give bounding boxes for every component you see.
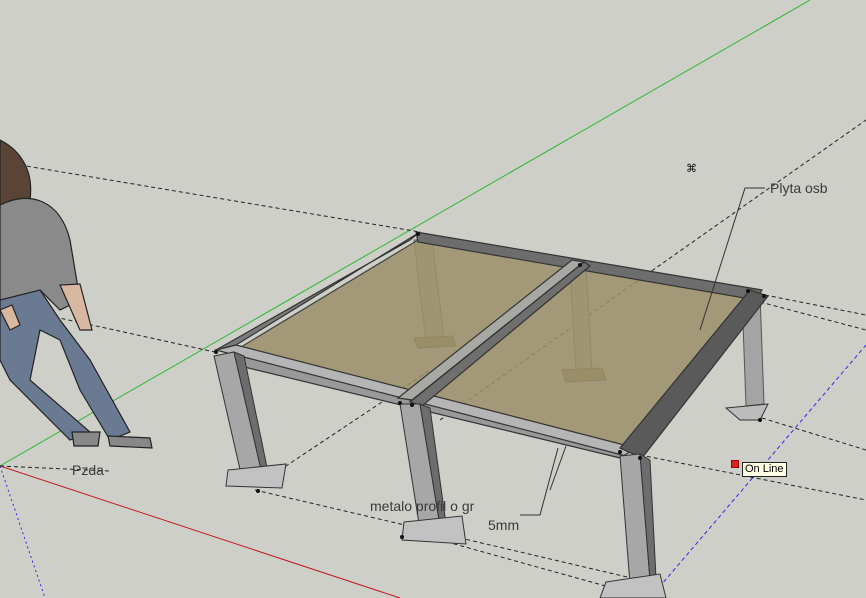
red-axis bbox=[0, 465, 401, 598]
blue-axis-dotted bbox=[0, 465, 46, 598]
metal-profile-label-line1[interactable]: metalo profil o gr bbox=[370, 498, 474, 514]
scale-figure[interactable] bbox=[0, 139, 153, 449]
plyta-osb-label[interactable]: Plyta osb bbox=[770, 180, 828, 196]
orbit-cursor-icon: ⌘ bbox=[686, 162, 697, 175]
on-line-snap-marker bbox=[731, 460, 739, 468]
drawing-viewport[interactable]: ⌘ Plyta osb Pzda metalo profil o gr 5mm … bbox=[0, 0, 866, 598]
metal-profile-label-line2[interactable]: 5mm bbox=[488, 517, 519, 533]
pzda-label[interactable]: Pzda bbox=[72, 462, 104, 478]
inference-tooltip: On Line bbox=[742, 462, 787, 477]
